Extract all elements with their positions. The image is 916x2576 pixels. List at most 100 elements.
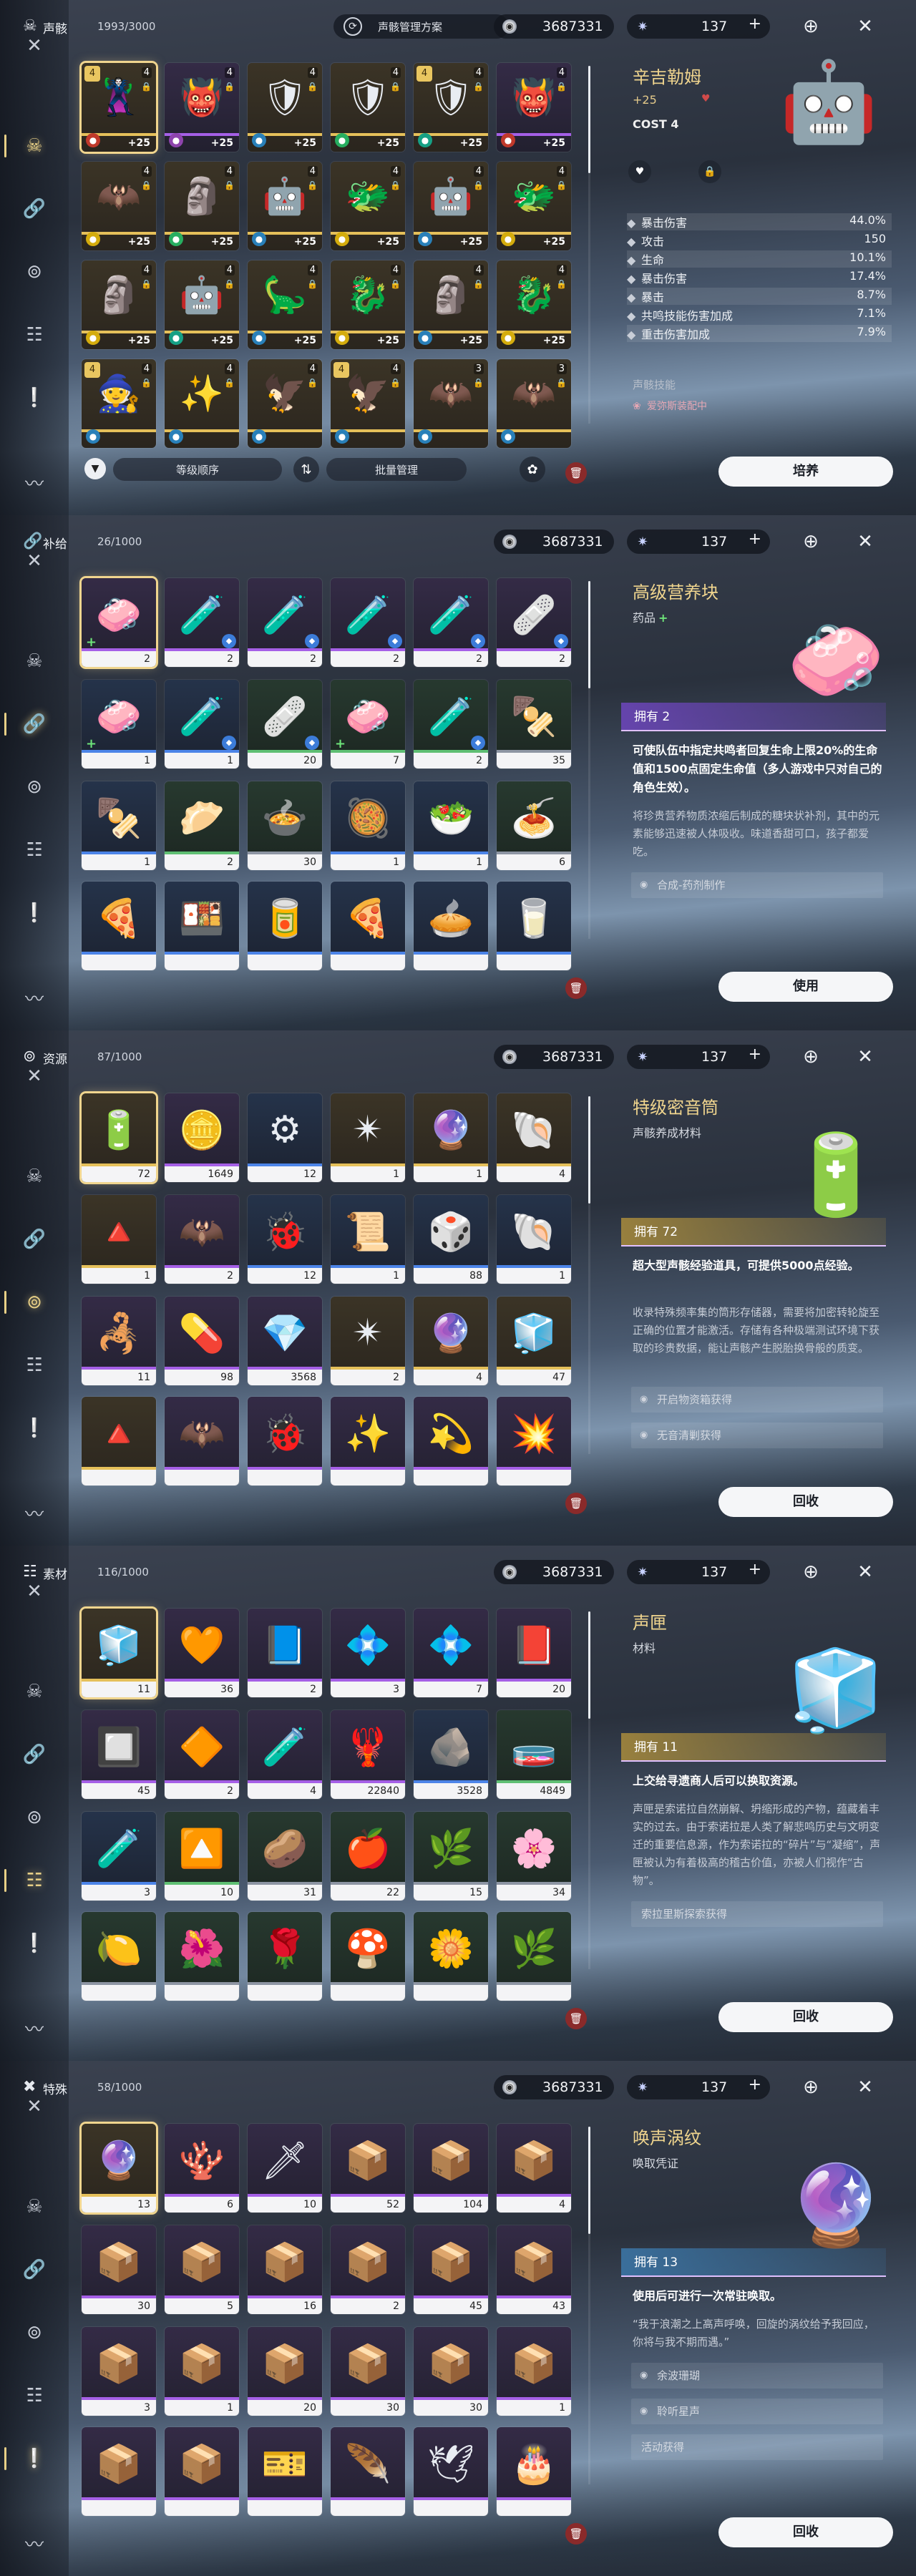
- target-icon[interactable]: ⊕: [799, 14, 823, 39]
- grid-item[interactable]: 📕 20: [497, 1609, 571, 1697]
- target-icon[interactable]: ⊕: [799, 2075, 823, 2099]
- grid-scrollbar[interactable]: [588, 581, 590, 939]
- grid-item[interactable]: 🌸 34: [497, 1812, 571, 1901]
- sidebar-resource-icon[interactable]: ⊚: [17, 255, 52, 289]
- sidebar-echo-icon[interactable]: ☠: [17, 1674, 52, 1709]
- discard-icon[interactable]: 🗑: [565, 1493, 587, 1514]
- grid-item[interactable]: 🔋 72: [82, 1093, 156, 1182]
- grid-item[interactable]: 🌿: [497, 1912, 571, 2001]
- sidebar-supply-icon[interactable]: 🔗: [17, 1222, 52, 1257]
- grid-item[interactable]: 💫: [414, 1397, 488, 1485]
- grid-item[interactable]: 🧙 4 4 🔒 ●: [82, 359, 156, 448]
- waveplate-add-icon[interactable]: +: [749, 15, 761, 33]
- grid-scrollbar[interactable]: [588, 1096, 590, 1454]
- discard-icon[interactable]: 🗑: [565, 2523, 587, 2545]
- waveplate-add-icon[interactable]: +: [749, 530, 761, 548]
- grid-scrollbar[interactable]: [588, 2127, 590, 2484]
- grid-item[interactable]: 🛡 4 🔒 ● +25: [248, 63, 322, 152]
- grid-item[interactable]: 🪶: [331, 2427, 405, 2516]
- grid-item[interactable]: 📦 2: [331, 2225, 405, 2314]
- grid-item[interactable]: 📘 2: [248, 1609, 322, 1697]
- grid-item[interactable]: 📦 45: [414, 2225, 488, 2314]
- close-icon[interactable]: ✕: [853, 2075, 877, 2099]
- scroll-thumb[interactable]: [588, 581, 590, 688]
- grid-item[interactable]: 🦇 4 🔒 ● +25: [82, 162, 156, 250]
- grid-item[interactable]: 🥗 1: [414, 781, 488, 870]
- grid-item[interactable]: 🧪 2 ◆: [414, 578, 488, 667]
- discard-icon[interactable]: 🗑: [565, 2008, 587, 2029]
- grid-scrollbar[interactable]: [588, 1611, 590, 1969]
- grid-item[interactable]: 📦 43: [497, 2225, 571, 2314]
- grid-item[interactable]: 🐲 4 🔒 ● +25: [331, 162, 405, 250]
- grid-item[interactable]: 🧼 7 +: [331, 680, 405, 769]
- grid-item[interactable]: 📦 30: [331, 2327, 405, 2416]
- grid-item[interactable]: 🛡 4 4 🔒 ● +25: [414, 63, 488, 152]
- acquisition-source[interactable]: ◉ 无音清剿获得: [631, 1423, 883, 1448]
- sidebar-wave-icon[interactable]: 〰: [17, 980, 52, 1015]
- grid-item[interactable]: 📦 1: [497, 2327, 571, 2416]
- grid-item[interactable]: 🔺 1: [82, 1195, 156, 1284]
- grid-item[interactable]: 🐉 4 🔒 ● +25: [331, 260, 405, 349]
- grid-item[interactable]: 🍢 35: [497, 680, 571, 769]
- primary-action-button[interactable]: 培养: [718, 457, 893, 487]
- grid-item[interactable]: ✨ 4 🔒 ●: [165, 359, 239, 448]
- sidebar-special-icon[interactable]: ❕: [17, 896, 52, 930]
- grid-item[interactable]: 💎 3568: [248, 1297, 322, 1385]
- waveplate-add-icon[interactable]: +: [749, 1561, 761, 1579]
- sidebar-resource-icon[interactable]: ⊚: [4, 1285, 52, 1319]
- sort-button[interactable]: 等级顺序: [113, 458, 282, 481]
- grid-item[interactable]: 🦹 4 4 🔒 ● +25: [82, 63, 156, 152]
- grid-item[interactable]: 🍱: [165, 882, 239, 970]
- grid-item[interactable]: 🤖 4 🔒 ● +25: [248, 162, 322, 250]
- sidebar-wave-icon[interactable]: 〰: [17, 1496, 52, 1530]
- grid-item[interactable]: ✴ 1: [331, 1093, 405, 1182]
- sidebar-special-icon[interactable]: ❕: [17, 381, 52, 415]
- sidebar-echo-icon[interactable]: ☠: [4, 129, 52, 163]
- discard-icon[interactable]: 🗑: [565, 977, 587, 999]
- primary-action-button[interactable]: 回收: [718, 2517, 893, 2547]
- grid-item[interactable]: 📦 30: [414, 2327, 488, 2416]
- grid-item[interactable]: 🔮 4: [414, 1297, 488, 1385]
- sidebar-material-icon[interactable]: ☷: [17, 318, 52, 352]
- grid-item[interactable]: 📦 52: [331, 2124, 405, 2212]
- grid-item[interactable]: 🔶 2: [165, 1710, 239, 1799]
- grid-item[interactable]: 🔺: [82, 1397, 156, 1485]
- grid-item[interactable]: 🧪 1 ◆: [165, 680, 239, 769]
- grid-item[interactable]: 🍎 22: [331, 1812, 405, 1901]
- grid-item[interactable]: 🧼 2 +: [82, 578, 156, 667]
- waveplate-add-icon[interactable]: +: [749, 1045, 761, 1063]
- grid-item[interactable]: 🪨 3528: [414, 1710, 488, 1799]
- grid-item[interactable]: 🪙 1649: [165, 1093, 239, 1182]
- grid-item[interactable]: 🍝 6: [497, 781, 571, 870]
- sidebar-wave-icon[interactable]: 〰: [17, 465, 52, 499]
- grid-item[interactable]: 🔮 1: [414, 1093, 488, 1182]
- sort-direction-icon[interactable]: ⇅: [293, 457, 319, 482]
- sidebar-resource-icon[interactable]: ⊚: [17, 2316, 52, 2350]
- grid-item[interactable]: 🤖 4 🔒 ● +25: [414, 162, 488, 250]
- acquisition-source[interactable]: ◉ 开启物资箱获得: [631, 1387, 883, 1413]
- scroll-thumb[interactable]: [588, 2127, 590, 2234]
- target-icon[interactable]: ⊕: [799, 1560, 823, 1584]
- grid-item[interactable]: 📦 4: [497, 2124, 571, 2212]
- grid-item[interactable]: 🦕 4 🔒 ● +25: [248, 260, 322, 349]
- grid-item[interactable]: 🥔 31: [248, 1812, 322, 1901]
- grid-item[interactable]: 🩹 20 ◆: [248, 680, 322, 769]
- sidebar-echo-icon[interactable]: ☠: [17, 1159, 52, 1194]
- grid-item[interactable]: 🍲 30: [248, 781, 322, 870]
- discard-icon[interactable]: 🗑: [565, 462, 587, 484]
- grid-item[interactable]: 🩹 2 ◆: [497, 578, 571, 667]
- grid-item[interactable]: 🦅 4 🔒 ●: [248, 359, 322, 448]
- grid-item[interactable]: 🪸 6: [165, 2124, 239, 2212]
- scroll-thumb[interactable]: [588, 66, 590, 173]
- grid-item[interactable]: 🦇 3 🔒 ●: [497, 359, 571, 448]
- grid-item[interactable]: 🥟 2: [165, 781, 239, 870]
- acquisition-source[interactable]: 索拉里斯探索获得: [631, 1901, 883, 1927]
- close-icon[interactable]: ✕: [853, 1560, 877, 1584]
- grid-item[interactable]: 👹 4 🔒 ● +25: [165, 63, 239, 152]
- acquisition-source[interactable]: ◉ 余波珊瑚: [631, 2363, 883, 2389]
- grid-item[interactable]: 🌹: [248, 1912, 322, 2001]
- close-icon[interactable]: ✕: [853, 530, 877, 554]
- grid-item[interactable]: 🎫: [248, 2427, 322, 2516]
- waveplate-add-icon[interactable]: +: [749, 2076, 761, 2094]
- grid-item[interactable]: 🐉 4 🔒 ● +25: [497, 260, 571, 349]
